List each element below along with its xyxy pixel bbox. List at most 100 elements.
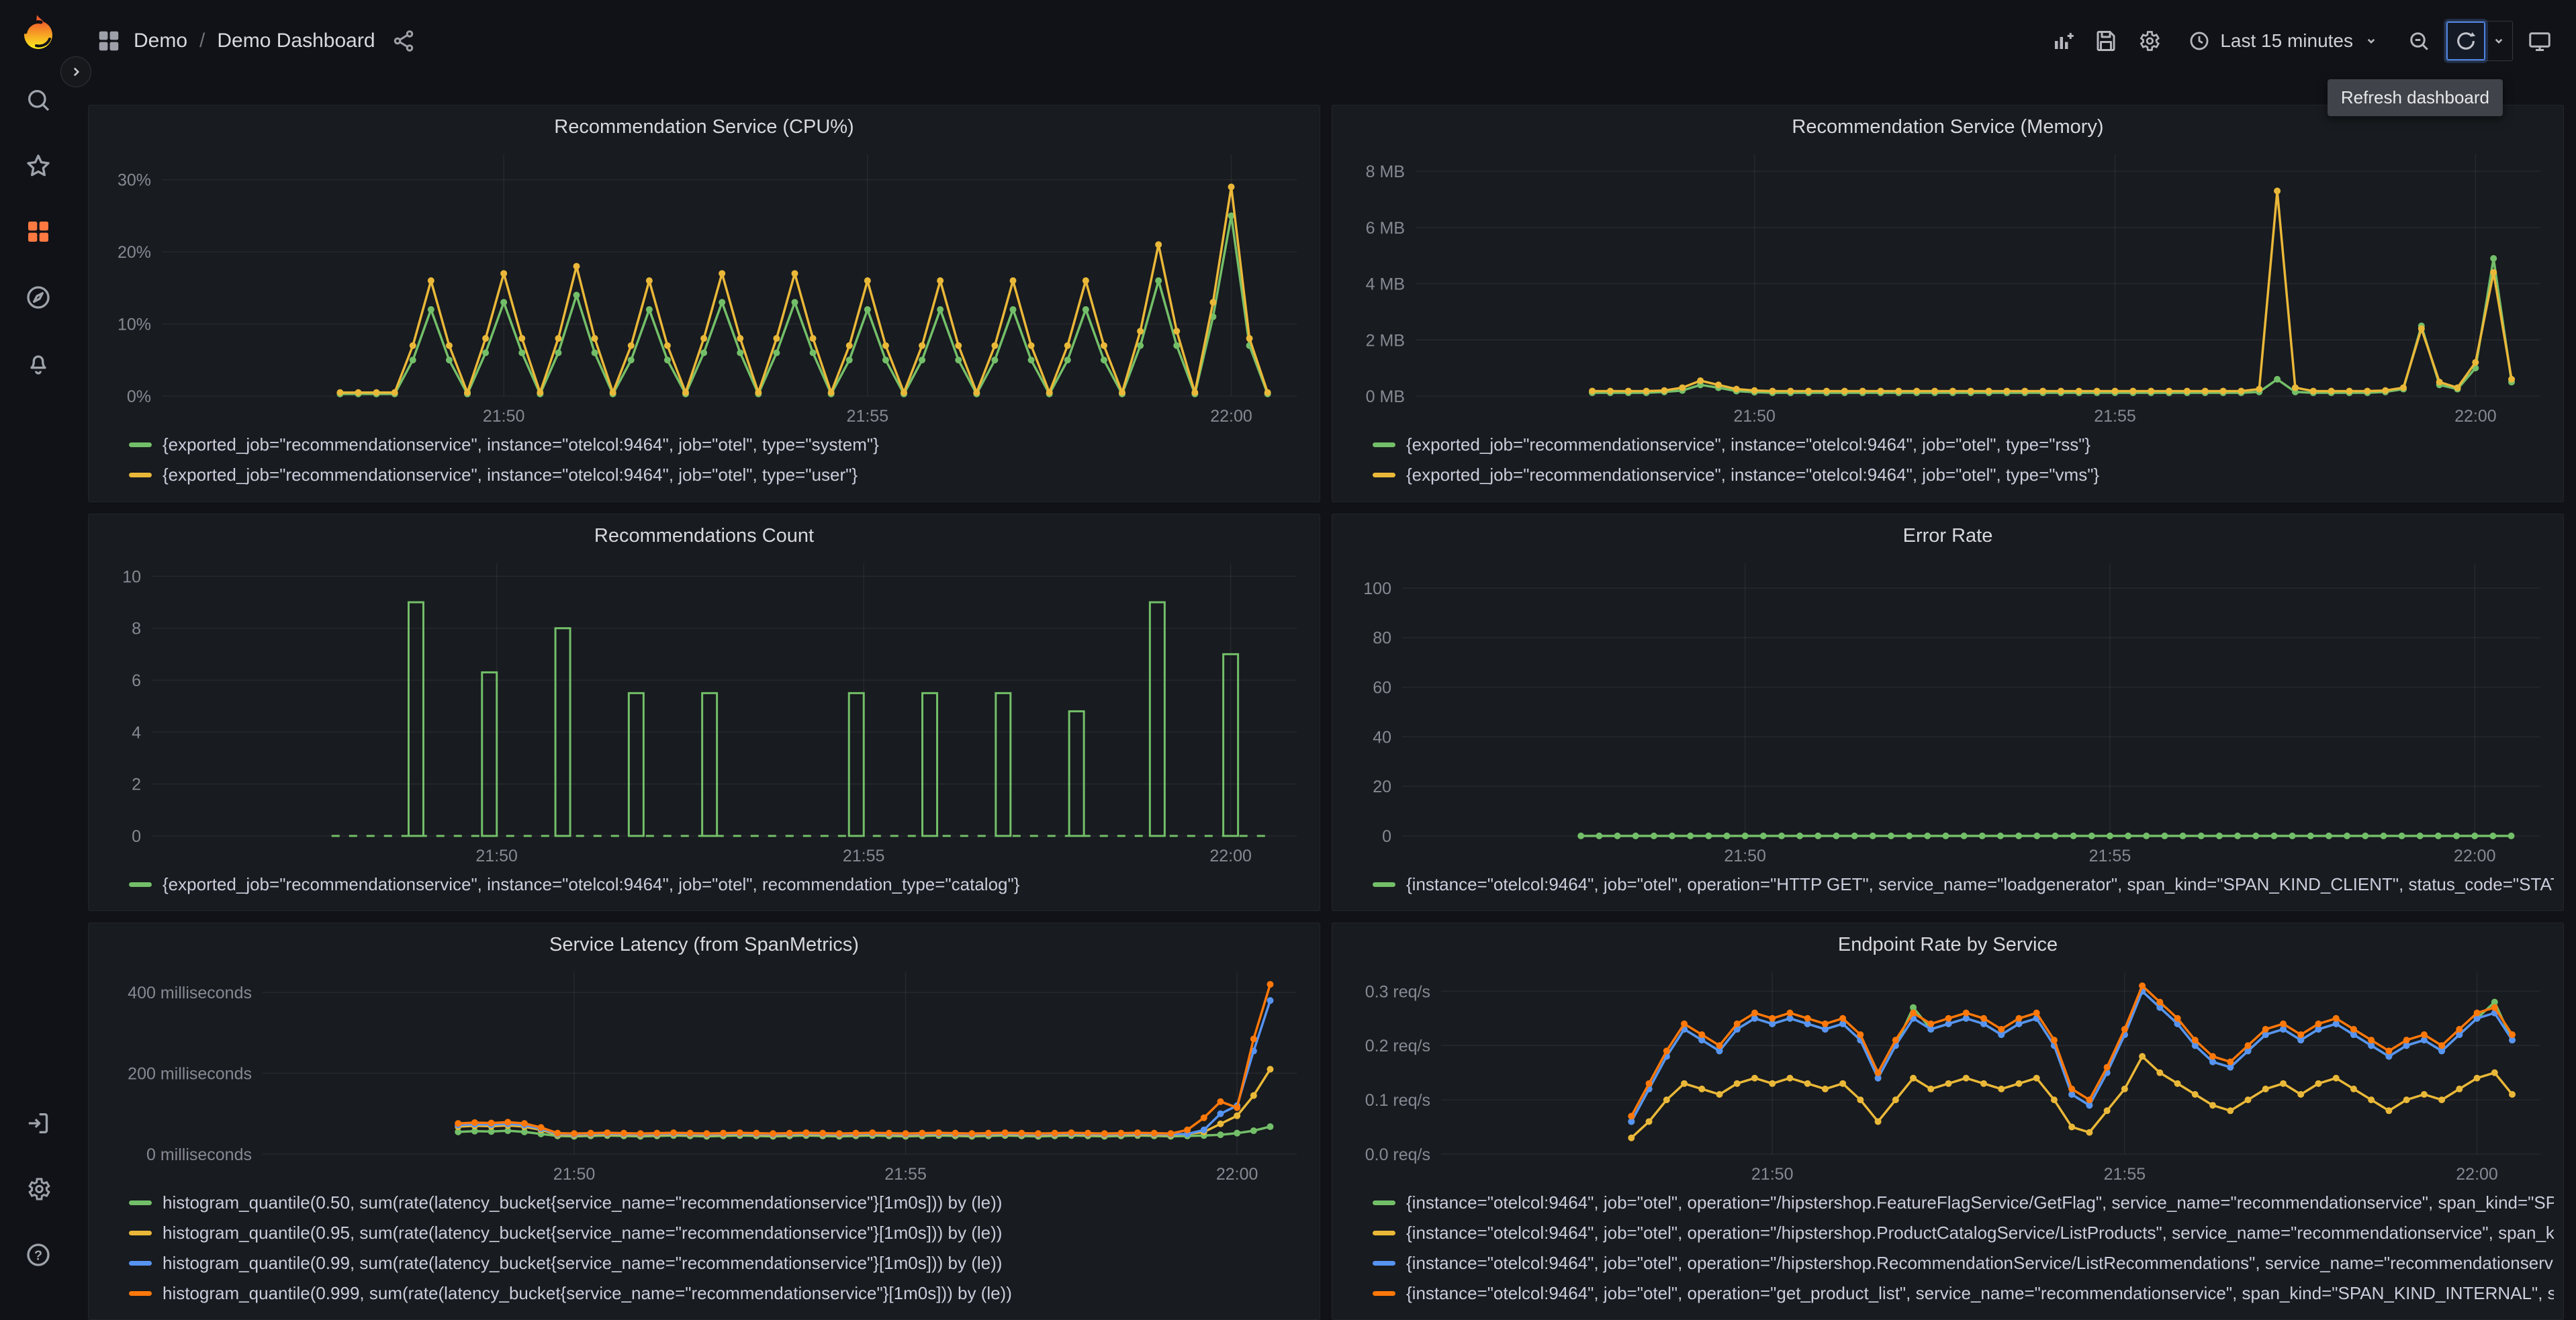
panel-title[interactable]: Service Latency (from SpanMetrics) [98,930,1310,963]
legend-item[interactable]: {exported_job="recommendationservice", i… [129,430,1310,460]
top-navbar: Demo / Demo Dashboard [76,0,2576,82]
error-rate-chart[interactable]: 21:5021:5522:00020406080100 [1342,554,2554,867]
svg-text:0.2 req/s: 0.2 req/s [1365,1037,1430,1055]
legend-swatch-icon [129,1200,152,1205]
svg-text:100: 100 [1363,579,1391,598]
legend-item[interactable]: histogram_quantile(0.999, sum(rate(laten… [129,1278,1310,1309]
legend-item[interactable]: {instance="otelcol:9464", job="otel", op… [1373,1218,2554,1248]
legend-label: {instance="otelcol:9464", job="otel", op… [1406,874,2554,895]
svg-text:21:50: 21:50 [1733,407,1776,426]
legend-item[interactable]: {instance="otelcol:9464", job="otel", op… [1373,1188,2554,1218]
breadcrumb-folder[interactable]: Demo [134,30,187,52]
legend-label: {instance="otelcol:9464", job="otel", op… [1406,1283,2554,1304]
legend-swatch-icon [1373,1291,1395,1296]
legend-swatch-icon [1373,882,1395,887]
kiosk-mode-button[interactable] [2524,25,2556,57]
legend-item[interactable]: {exported_job="recommendationservice", i… [129,869,1310,900]
memory-chart[interactable]: 21:5021:5522:000 MB2 MB4 MB6 MB8 MB [1342,145,2554,427]
panel-title[interactable]: Recommendation Service (Memory) [1342,112,2554,145]
svg-text:0: 0 [1382,827,1391,846]
svg-text:0 milliseconds: 0 milliseconds [146,1145,252,1164]
legend-label: histogram_quantile(0.95, sum(rate(latenc… [163,1223,1002,1243]
legend-swatch-icon [1373,473,1395,477]
cpu-legend: {exported_job="recommendationservice", i… [98,427,1310,490]
sidebar-item-help[interactable]: ? [23,1239,54,1270]
legend-item[interactable]: histogram_quantile(0.99, sum(rate(latenc… [129,1248,1310,1278]
panel-error-rate: Error Rate 21:5021:5522:00020406080100 {… [1332,514,2564,911]
legend-label: {exported_job="recommendationservice", i… [163,465,858,485]
error-rate-legend: {instance="otelcol:9464", job="otel", op… [1342,867,2554,900]
time-range-picker[interactable]: Last 15 minutes [2176,21,2392,61]
svg-text:0: 0 [132,827,141,846]
legend-item[interactable]: histogram_quantile(0.95, sum(rate(latenc… [129,1218,1310,1248]
svg-text:30%: 30% [118,171,151,190]
svg-text:2: 2 [132,775,141,794]
svg-text:200 milliseconds: 200 milliseconds [128,1065,252,1084]
grafana-logo[interactable] [17,11,60,54]
svg-text:20%: 20% [118,243,151,262]
legend-item[interactable]: {exported_job="recommendationservice", i… [1373,430,2554,460]
legend-label: histogram_quantile(0.99, sum(rate(latenc… [163,1253,1002,1274]
apps-grid-icon [96,28,122,54]
svg-text:0.1 req/s: 0.1 req/s [1365,1091,1430,1110]
search-icon [25,87,52,113]
svg-text:0.3 req/s: 0.3 req/s [1365,982,1430,1001]
zoom-out-button[interactable] [2403,25,2435,57]
legend-item[interactable]: {exported_job="recommendationservice", i… [129,460,1310,490]
sidebar: ? [0,0,76,1308]
legend-label: {instance="otelcol:9464", job="otel", op… [1406,1253,2554,1274]
add-panel-button[interactable] [2047,25,2079,57]
panel-title[interactable]: Recommendation Service (CPU%) [98,112,1310,145]
legend-item[interactable]: {instance="otelcol:9464", job="otel", op… [1373,1278,2554,1309]
kiosk-tv-icon [2528,29,2552,53]
svg-text:21:55: 21:55 [847,407,889,426]
panel-title[interactable]: Error Rate [1342,521,2554,554]
svg-text:8: 8 [132,620,141,639]
legend-swatch-icon [1373,1200,1395,1205]
panel-recommendation-cpu: Recommendation Service (CPU%) 21:5021:55… [88,105,1320,502]
sidebar-item-signin[interactable] [23,1108,54,1139]
sidebar-item-dashboards[interactable] [23,216,54,247]
cpu-chart[interactable]: 21:5021:5522:000%10%20%30% [98,145,1310,427]
sidebar-item-search[interactable] [23,85,54,115]
svg-text:21:55: 21:55 [2089,847,2131,865]
svg-text:40: 40 [1373,728,1391,747]
legend-item[interactable]: {exported_job="recommendationservice", i… [1373,460,2554,490]
svg-text:60: 60 [1373,679,1391,698]
breadcrumb-dashboard-title[interactable]: Demo Dashboard [217,30,375,52]
legend-swatch-icon [129,1291,152,1296]
legend-swatch-icon [1373,1261,1395,1266]
save-dashboard-button[interactable] [2090,25,2122,57]
share-icon[interactable] [392,29,416,53]
legend-label: {exported_job="recommendationservice", i… [1406,434,2090,455]
sidebar-item-alerting[interactable] [23,348,54,379]
sidebar-item-starred[interactable] [23,150,54,181]
dashboards-grid-icon [25,218,52,245]
refresh-button[interactable] [2446,21,2485,60]
service-latency-chart[interactable]: 21:5021:5522:000 milliseconds200 millise… [98,963,1310,1185]
svg-text:22:00: 22:00 [2454,847,2496,865]
sidebar-item-explore[interactable] [23,282,54,313]
legend-item[interactable]: {instance="otelcol:9464", job="otel", op… [1373,1248,2554,1278]
sidebar-item-settings[interactable] [23,1174,54,1205]
legend-item[interactable]: {instance="otelcol:9464", job="otel", op… [1373,869,2554,900]
service-latency-legend: histogram_quantile(0.50, sum(rate(latenc… [98,1185,1310,1309]
endpoint-rate-chart[interactable]: 21:5021:5522:000.0 req/s0.1 req/s0.2 req… [1342,963,2554,1185]
legend-swatch-icon [129,1261,152,1266]
panel-recommendation-memory: Recommendation Service (Memory) 21:5021:… [1332,105,2564,502]
caret-down-icon [2362,32,2380,50]
signin-icon [25,1110,52,1137]
explore-compass-icon [25,284,52,311]
legend-item[interactable]: histogram_quantile(0.50, sum(rate(latenc… [129,1188,1310,1218]
recommendations-count-chart[interactable]: 21:5021:5522:000246810 [98,554,1310,867]
refresh-interval-caret-button[interactable] [2485,25,2512,57]
svg-text:21:50: 21:50 [1724,847,1766,865]
panel-title[interactable]: Recommendations Count [98,521,1310,554]
svg-text:10%: 10% [118,316,151,334]
dashboard-settings-button[interactable] [2133,25,2165,57]
svg-text:2 MB: 2 MB [1366,331,1405,350]
svg-text:8 MB: 8 MB [1366,162,1405,181]
sidebar-expand-button[interactable] [60,56,91,87]
panel-title[interactable]: Endpoint Rate by Service [1342,930,2554,963]
legend-swatch-icon [1373,442,1395,447]
